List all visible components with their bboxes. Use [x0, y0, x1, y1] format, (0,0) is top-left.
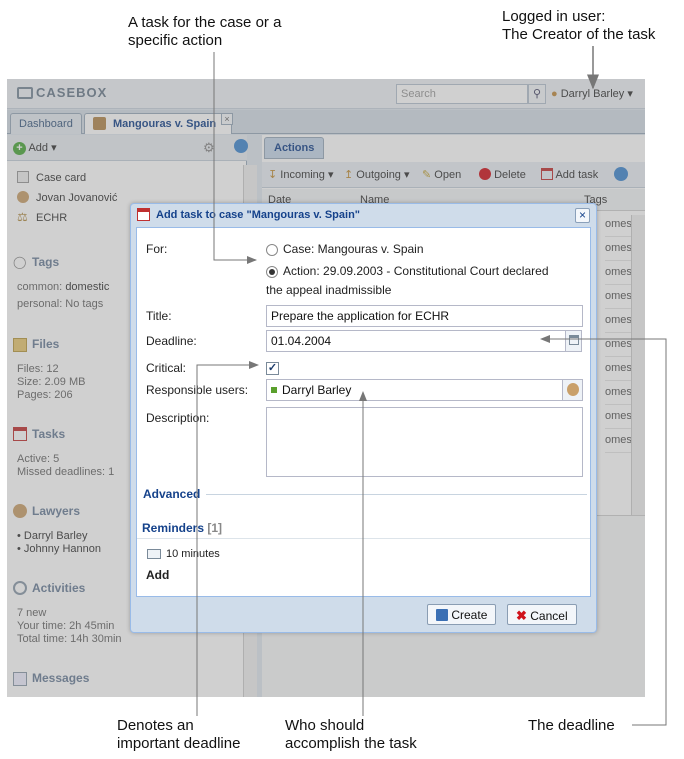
envelope-icon	[147, 549, 161, 559]
annotation-line: Who should	[285, 717, 365, 734]
annotation-important-deadline: Denotes an important deadline	[117, 717, 240, 753]
reminder-item[interactable]: 10 minutes	[166, 548, 220, 560]
reminders-count: [1]	[207, 521, 223, 535]
annotation-line: accomplish the task	[285, 735, 417, 752]
description-label: Description:	[146, 411, 210, 425]
annotation-line: The Creator of the task	[502, 26, 656, 43]
annotation-who-accomplish: Who should accomplish the task	[285, 717, 417, 753]
select-users-button[interactable]	[562, 379, 583, 401]
responsible-user-name: Darryl Barley	[282, 383, 352, 397]
status-dot	[271, 387, 277, 393]
critical-label: Critical:	[146, 361, 187, 375]
dialog-footer: Create ✖ Cancel	[136, 598, 591, 630]
annotation-the-deadline: The deadline	[528, 717, 615, 735]
description-textarea[interactable]	[266, 407, 583, 477]
annotation-task-for: A task for the case or a specific action	[128, 14, 281, 50]
title-label: Title:	[146, 309, 172, 323]
calendar-icon	[137, 208, 150, 221]
dialog-title: Add task to case "Mangouras v. Spain"	[156, 209, 360, 221]
date-picker-button[interactable]	[565, 330, 582, 352]
title-input[interactable]: Prepare the application for ECHR	[266, 305, 583, 327]
create-label: Create	[451, 608, 488, 622]
responsible-label: Responsible users:	[146, 383, 249, 397]
advanced-divider	[206, 494, 587, 495]
save-icon	[436, 609, 448, 621]
reminders-label: Reminders	[142, 521, 205, 535]
radio-action[interactable]	[266, 266, 278, 278]
option-action-label-cont: the appeal inadmissible	[266, 283, 392, 297]
deadline-input[interactable]: 01.04.2004	[266, 330, 566, 352]
for-label: For:	[146, 242, 168, 256]
annotation-line: important deadline	[117, 735, 241, 752]
cancel-button[interactable]: ✖ Cancel	[507, 604, 577, 625]
annotation-logged-user: Logged in user: The Creator of the task	[502, 8, 655, 44]
annotation-line: Denotes an	[117, 717, 194, 734]
dialog-header: Add task to case "Mangouras v. Spain" ×	[131, 204, 596, 226]
cancel-icon: ✖	[516, 608, 527, 623]
responsible-users-field[interactable]: Darryl Barley	[266, 379, 563, 401]
reminders-header: Reminders [1]	[142, 521, 222, 535]
cancel-label: Cancel	[530, 609, 568, 623]
annotation-line: The deadline	[528, 717, 615, 734]
annotation-line: A task for the case or a	[128, 14, 282, 31]
annotation-line: Logged in user:	[502, 8, 606, 25]
reminders-divider	[137, 538, 590, 539]
users-icon	[567, 383, 579, 396]
annotation-line: specific action	[128, 32, 223, 49]
calendar-icon	[569, 335, 579, 345]
dialog-body: For: Case: Mangouras v. Spain Action: 29…	[136, 227, 591, 597]
add-task-dialog: Add task to case "Mangouras v. Spain" × …	[130, 203, 597, 633]
option-case-label: Case: Mangouras v. Spain	[283, 242, 424, 256]
option-action-label: Action: 29.09.2003 - Constitutional Cour…	[283, 264, 549, 278]
add-reminder-link[interactable]: Add	[146, 568, 169, 582]
radio-case[interactable]	[266, 244, 278, 256]
critical-checkbox[interactable]: ✓	[266, 362, 279, 375]
advanced-toggle[interactable]: Advanced	[143, 487, 200, 501]
deadline-label: Deadline:	[146, 334, 197, 348]
close-icon[interactable]: ×	[575, 208, 590, 223]
create-button[interactable]: Create	[427, 604, 497, 625]
